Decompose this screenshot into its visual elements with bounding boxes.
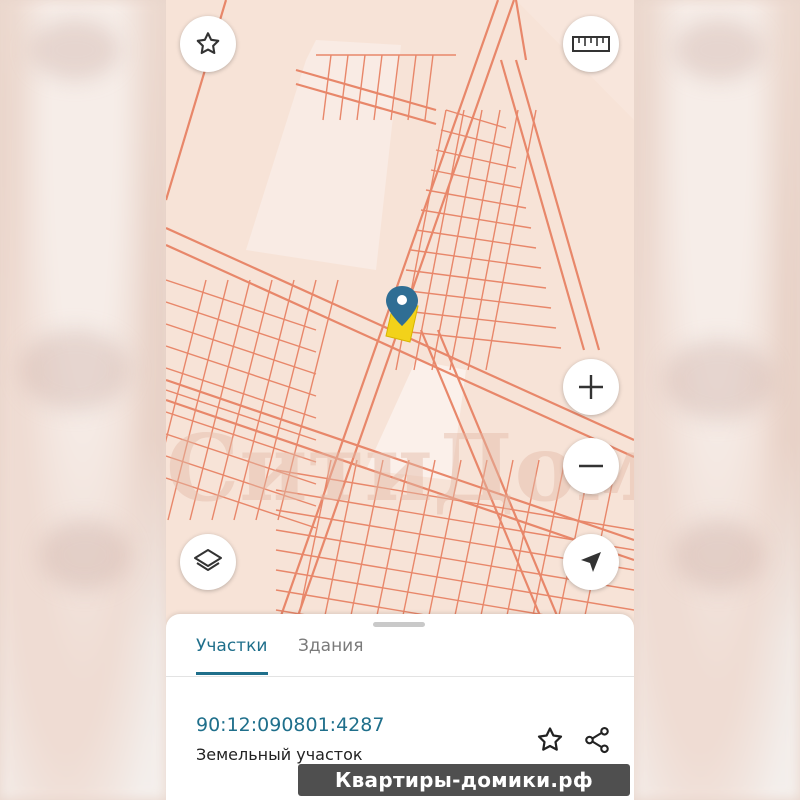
favorite-button[interactable] — [180, 16, 236, 72]
layers-button[interactable] — [180, 534, 236, 590]
layers-icon — [194, 549, 222, 571]
share-button[interactable] — [579, 722, 615, 758]
parcel-favorite-button[interactable] — [532, 722, 568, 758]
app-screen: СитиДом Участки Здания 90:12:090801:4287… — [166, 0, 634, 800]
cadastral-number-link[interactable]: 90:12:090801:4287 — [196, 714, 384, 736]
tab-buildings[interactable]: Здания — [298, 636, 363, 656]
sheet-drag-handle[interactable] — [373, 622, 425, 627]
ruler-icon — [572, 36, 610, 52]
site-watermark-text: Квартиры-домики.рф — [334, 768, 594, 792]
blurred-background-left — [0, 0, 166, 800]
active-tab-indicator — [196, 672, 268, 675]
cadastral-map[interactable]: СитиДом — [166, 0, 634, 630]
parcel-type-label: Земельный участок — [196, 745, 363, 764]
star-outline-icon — [537, 727, 563, 751]
share-icon — [585, 726, 609, 754]
navigation-arrow-icon — [581, 552, 601, 572]
zoom-in-button[interactable] — [563, 359, 619, 415]
minus-icon — [579, 464, 603, 468]
plus-icon — [579, 375, 603, 399]
ruler-button[interactable] — [563, 16, 619, 72]
zoom-out-button[interactable] — [563, 438, 619, 494]
locate-me-button[interactable] — [563, 534, 619, 590]
tab-parcels[interactable]: Участки — [196, 636, 267, 656]
star-outline-icon — [196, 32, 220, 55]
tabs-divider — [166, 676, 634, 677]
blurred-background-right — [634, 0, 800, 800]
site-watermark: Квартиры-домики.рф — [298, 764, 630, 796]
